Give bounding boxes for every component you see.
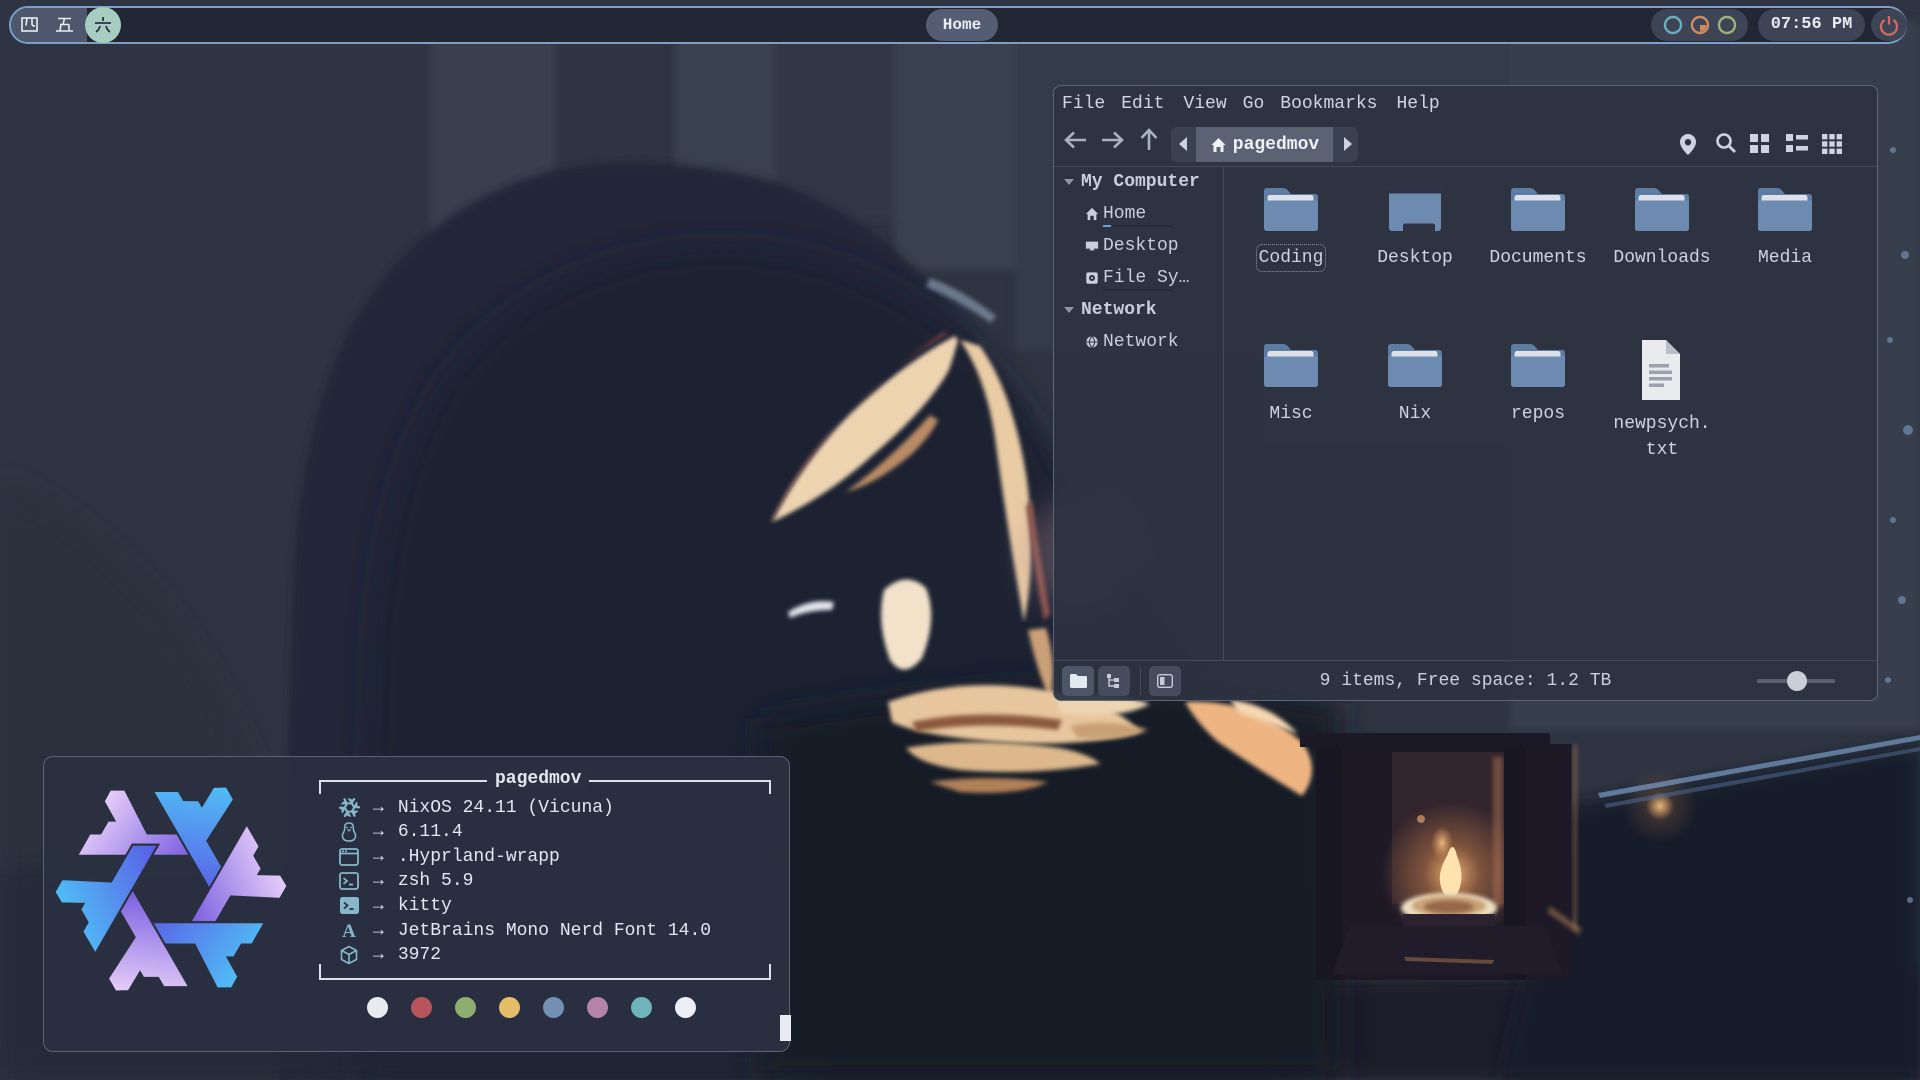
svg-text:A: A (342, 921, 356, 941)
